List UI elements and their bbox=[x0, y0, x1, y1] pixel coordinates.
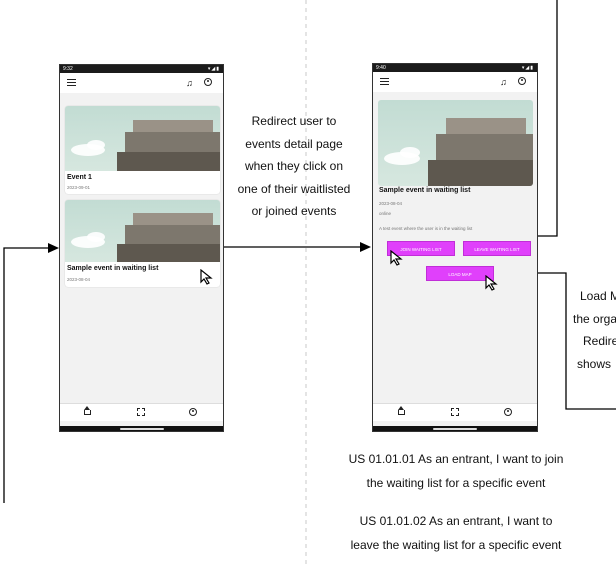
event-card[interactable]: Event 1 2023-09-01 bbox=[65, 106, 220, 194]
profile-icon[interactable] bbox=[504, 408, 512, 416]
bell-icon[interactable]: ♫ bbox=[185, 78, 194, 88]
annotation-line: events detail page bbox=[245, 136, 343, 151]
event-description: A test event where the user is in the wa… bbox=[379, 226, 473, 231]
event-image bbox=[65, 200, 220, 262]
annotation-line: one of their waitlisted bbox=[237, 181, 351, 196]
annotation-line: Redirect user to bbox=[251, 114, 337, 128]
arrowhead-into-left-phone bbox=[48, 243, 59, 253]
user-story-line: leave the waiting list for a specific ev… bbox=[350, 538, 562, 552]
bell-icon[interactable]: ♫ bbox=[499, 77, 508, 87]
annotation-line: when they click on bbox=[244, 159, 344, 173]
annotation-line: Redire bbox=[583, 334, 616, 348]
event-title: Sample event in waiting list bbox=[379, 187, 471, 194]
event-image bbox=[378, 100, 533, 186]
event-detail-screen: 9:40 ▾◢▮ ♫ Sample event in waiting list … bbox=[372, 63, 538, 432]
profile-icon[interactable] bbox=[189, 408, 197, 416]
cursor-icon bbox=[200, 269, 213, 285]
arrowhead-into-right-phone bbox=[360, 242, 371, 252]
annotation-line: Load M bbox=[580, 289, 616, 303]
leave-waiting-list-button[interactable]: LEAVE WAITING LIST bbox=[463, 241, 531, 256]
user-story-line: US 01.01.02 As an entrant, I want to bbox=[359, 514, 553, 528]
scan-icon[interactable] bbox=[451, 408, 459, 416]
status-time: 9:32 bbox=[63, 66, 73, 72]
user-story-leave: US 01.01.02 As an entrant, I want to lea… bbox=[306, 509, 606, 557]
account-icon[interactable] bbox=[204, 78, 212, 86]
event-location: online bbox=[379, 211, 392, 216]
status-time: 9:40 bbox=[376, 65, 386, 71]
annotation-line: shows bbox=[577, 356, 612, 371]
incoming-line-left bbox=[3, 247, 50, 503]
event-image bbox=[65, 106, 220, 171]
user-story-line: US 01.01.01 As an entrant, I want to joi… bbox=[348, 452, 564, 466]
gesture-bar bbox=[60, 426, 223, 431]
cursor-icon bbox=[485, 275, 498, 291]
user-story-join: US 01.01.01 As an entrant, I want to joi… bbox=[306, 447, 606, 495]
annotation-line: or joined events bbox=[251, 204, 337, 218]
scan-icon[interactable] bbox=[137, 408, 145, 416]
annotation-line: the orga bbox=[573, 311, 616, 326]
event-date: 2023-08-04 bbox=[67, 277, 91, 282]
event-title: Sample event in waiting list bbox=[67, 265, 159, 272]
bottom-nav bbox=[373, 403, 537, 421]
event-date: 2023-08-04 bbox=[379, 201, 403, 206]
app-bar: ♫ bbox=[60, 73, 223, 93]
user-story-line: the waiting list for a specific event bbox=[366, 476, 546, 490]
account-icon[interactable] bbox=[518, 77, 526, 85]
home-icon[interactable] bbox=[398, 406, 405, 415]
menu-icon[interactable] bbox=[380, 78, 389, 85]
event-card-waitlisted[interactable]: Sample event in waiting list 2023-08-04 bbox=[65, 200, 220, 287]
status-icons: ▾◢▮ bbox=[521, 65, 534, 71]
status-bar: 9:32 ▾◢▮ bbox=[60, 65, 223, 73]
events-list-screen: 9:32 ▾◢▮ ♫ Event 1 2023-09-01 Sample eve… bbox=[59, 64, 224, 432]
menu-icon[interactable] bbox=[67, 79, 76, 86]
app-bar: ♫ bbox=[373, 72, 537, 92]
cursor-icon bbox=[390, 250, 403, 266]
load-map-button[interactable]: LOAD MAP bbox=[426, 266, 494, 281]
bottom-nav bbox=[60, 403, 223, 421]
load-map-annotation: Load M the orga Redire shows bbox=[560, 285, 616, 375]
redirect-annotation: Redirect user to events detail page when… bbox=[226, 110, 362, 223]
status-bar: 9:40 ▾◢▮ bbox=[373, 64, 537, 72]
event-title: Event 1 bbox=[67, 174, 92, 181]
gesture-bar bbox=[373, 426, 537, 431]
event-date: 2023-09-01 bbox=[67, 185, 91, 190]
home-icon[interactable] bbox=[84, 406, 91, 415]
status-icons: ▾◢▮ bbox=[207, 66, 220, 72]
